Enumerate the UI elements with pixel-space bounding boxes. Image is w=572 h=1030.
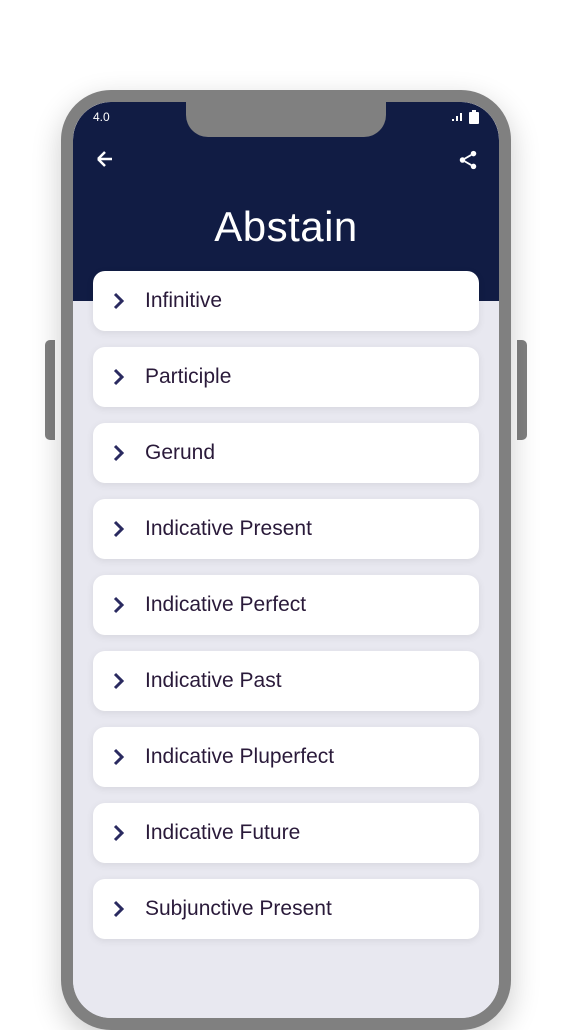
- chevron-right-icon: [113, 824, 125, 842]
- item-label: Indicative Pluperfect: [145, 745, 334, 769]
- chevron-right-icon: [113, 520, 125, 538]
- list-item-infinitive[interactable]: Infinitive: [93, 271, 479, 331]
- item-label: Gerund: [145, 441, 215, 465]
- item-label: Indicative Future: [145, 821, 300, 845]
- item-label: Indicative Present: [145, 517, 312, 541]
- arrow-left-icon: [93, 147, 117, 171]
- item-label: Subjunctive Present: [145, 897, 332, 921]
- back-button[interactable]: [93, 147, 117, 178]
- chevron-right-icon: [113, 748, 125, 766]
- share-icon: [457, 149, 479, 171]
- phone-notch: [186, 102, 386, 137]
- list-item-indicative-pluperfect[interactable]: Indicative Pluperfect: [93, 727, 479, 787]
- phone-frame: 4.0: [61, 90, 511, 1030]
- chevron-right-icon: [113, 292, 125, 310]
- chevron-right-icon: [113, 444, 125, 462]
- list-item-gerund[interactable]: Gerund: [93, 423, 479, 483]
- item-label: Indicative Perfect: [145, 593, 306, 617]
- page-title: Abstain: [73, 203, 499, 251]
- item-label: Infinitive: [145, 289, 222, 313]
- status-time: 4.0: [93, 110, 110, 124]
- battery-icon: [469, 110, 479, 124]
- phone-side-button-right: [517, 340, 527, 440]
- list-item-indicative-future[interactable]: Indicative Future: [93, 803, 479, 863]
- signal-icon: [451, 111, 465, 123]
- content-list: Infinitive Participle Gerund Indicative …: [73, 271, 499, 939]
- chevron-right-icon: [113, 900, 125, 918]
- status-icons: [451, 110, 479, 124]
- share-button[interactable]: [457, 149, 479, 176]
- list-item-indicative-present[interactable]: Indicative Present: [93, 499, 479, 559]
- list-item-participle[interactable]: Participle: [93, 347, 479, 407]
- header-top: [73, 132, 499, 178]
- list-item-subjunctive-present[interactable]: Subjunctive Present: [93, 879, 479, 939]
- chevron-right-icon: [113, 368, 125, 386]
- chevron-right-icon: [113, 596, 125, 614]
- list-item-indicative-past[interactable]: Indicative Past: [93, 651, 479, 711]
- list-item-indicative-perfect[interactable]: Indicative Perfect: [93, 575, 479, 635]
- item-label: Indicative Past: [145, 669, 282, 693]
- screen: 4.0: [73, 102, 499, 1018]
- item-label: Participle: [145, 365, 231, 389]
- phone-side-button-left: [45, 340, 55, 440]
- chevron-right-icon: [113, 672, 125, 690]
